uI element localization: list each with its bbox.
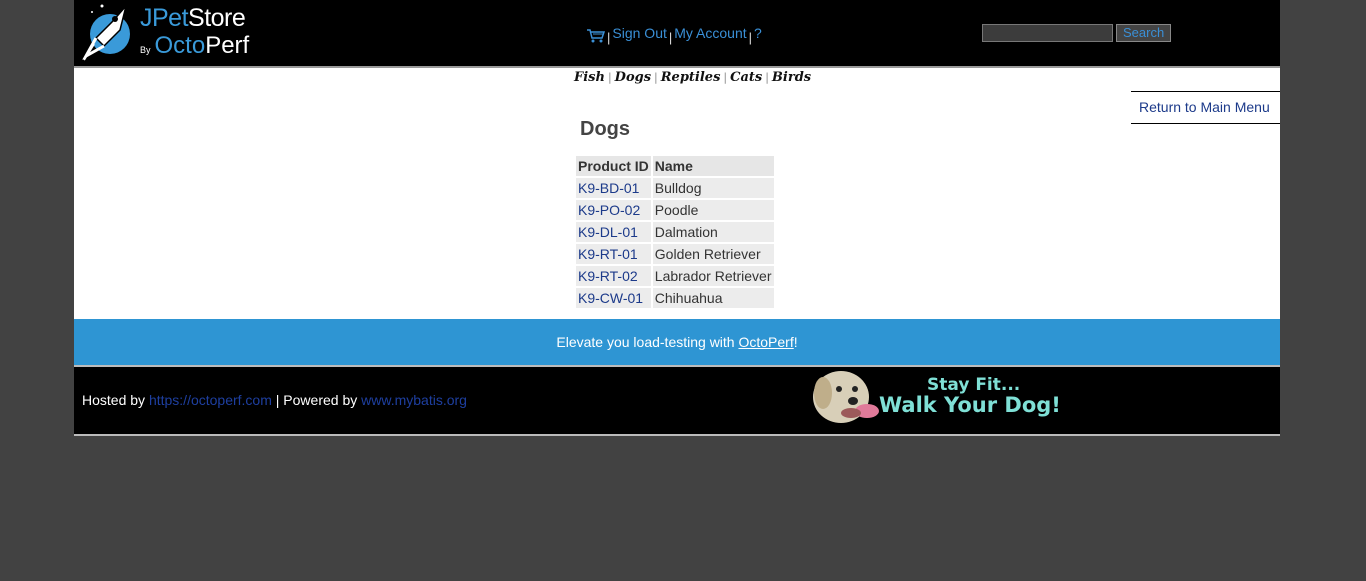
table-row: K9-CW-01 Chihuahua [576, 288, 774, 308]
product-id-link[interactable]: K9-RT-01 [578, 246, 638, 262]
page-wrapper: JPetStore By OctoPerf | Sign Out | My Accoun… [74, 0, 1280, 436]
product-id-link[interactable]: K9-DL-01 [578, 224, 638, 240]
product-name: Poodle [652, 200, 774, 220]
product-name: Golden Retriever [652, 244, 774, 264]
column-header-product-id: Product ID [576, 156, 651, 176]
table-header-row: Product ID Name [576, 156, 774, 176]
table-row: K9-DL-01 Dalmation [576, 222, 774, 242]
hosted-by-label: Hosted by [82, 392, 149, 408]
powered-by-label: | Powered by [271, 392, 362, 408]
content: Fish | Dogs | Reptiles | Cats | Birds Return to … [74, 68, 1280, 319]
search-button[interactable]: Search [1116, 24, 1172, 42]
column-header-name: Name [652, 156, 774, 176]
menu-separator: | [607, 30, 611, 45]
logo-word-octoperf: By OctoPerf [140, 32, 250, 59]
header-menu: | Sign Out | My Account |? [587, 24, 762, 45]
menu-separator: | [668, 30, 673, 45]
product-table: Product ID Name K9-BD-01 Bulldog K9-PO-0… [574, 154, 776, 310]
table-row: K9-BD-01 Bulldog [576, 178, 774, 198]
product-id-link[interactable]: K9-RT-02 [578, 268, 638, 284]
product-name: Chihuahua [652, 288, 774, 308]
powered-by-link[interactable]: www.mybatis.org [361, 392, 467, 408]
jpetstore-logo[interactable]: JPetStore By OctoPerf [82, 0, 272, 64]
help-link[interactable]: ? [754, 25, 762, 41]
rocket-icon [82, 4, 130, 61]
product-name: Bulldog [652, 178, 774, 198]
quicklink-dogs[interactable]: Dogs [615, 70, 651, 85]
table-row: K9-RT-01 Golden Retriever [576, 244, 774, 264]
header: JPetStore By OctoPerf | Sign Out | My Accoun… [74, 0, 1280, 68]
back-link-box: Return to Main Menu [1131, 91, 1280, 124]
quicklink-fish[interactable]: Fish [574, 70, 605, 85]
cart-icon[interactable] [587, 29, 606, 43]
walk-your-dog-banner: Stay Fit... Walk Your Dog! [809, 367, 1074, 431]
quicklink-cats[interactable]: Cats [730, 70, 762, 85]
octoperf-link[interactable]: OctoPerf [738, 334, 793, 350]
category-title: Dogs [580, 118, 630, 140]
poster-line2: Walk Your Dog! [879, 393, 1061, 417]
product-id-link[interactable]: K9-BD-01 [578, 180, 639, 196]
my-account-link[interactable]: My Account [674, 25, 746, 41]
quicklink-reptiles[interactable]: Reptiles [661, 70, 721, 85]
menu-separator: | [748, 30, 753, 45]
sign-out-link[interactable]: Sign Out [612, 25, 666, 41]
footer-credits: Hosted by https://octoperf.com | Powered… [82, 392, 467, 408]
quick-links: Fish | Dogs | Reptiles | Cats | Birds [574, 70, 812, 85]
product-id-link[interactable]: K9-PO-02 [578, 202, 640, 218]
poster-line1: Stay Fit... [927, 375, 1021, 395]
table-row: K9-PO-02 Poodle [576, 200, 774, 220]
quicklink-birds[interactable]: Birds [772, 70, 811, 85]
logo-word-jpetstore: JPetStore [140, 4, 246, 32]
hosted-by-link[interactable]: https://octoperf.com [149, 392, 272, 408]
search-input[interactable] [982, 24, 1113, 42]
promo-banner: Elevate you load-testing with OctoPerf! [74, 319, 1280, 365]
table-row: K9-RT-02 Labrador Retriever [576, 266, 774, 286]
banner-text-end: ! [793, 334, 798, 350]
product-id-link[interactable]: K9-CW-01 [578, 290, 643, 306]
search-form: Search [982, 24, 1172, 42]
dog-image-icon [813, 371, 879, 423]
product-name: Dalmation [652, 222, 774, 242]
return-to-main-menu-link[interactable]: Return to Main Menu [1139, 99, 1270, 115]
product-name: Labrador Retriever [652, 266, 774, 286]
banner-text: Elevate you load-testing with [556, 334, 739, 350]
footer: Hosted by https://octoperf.com | Powered… [74, 365, 1280, 436]
